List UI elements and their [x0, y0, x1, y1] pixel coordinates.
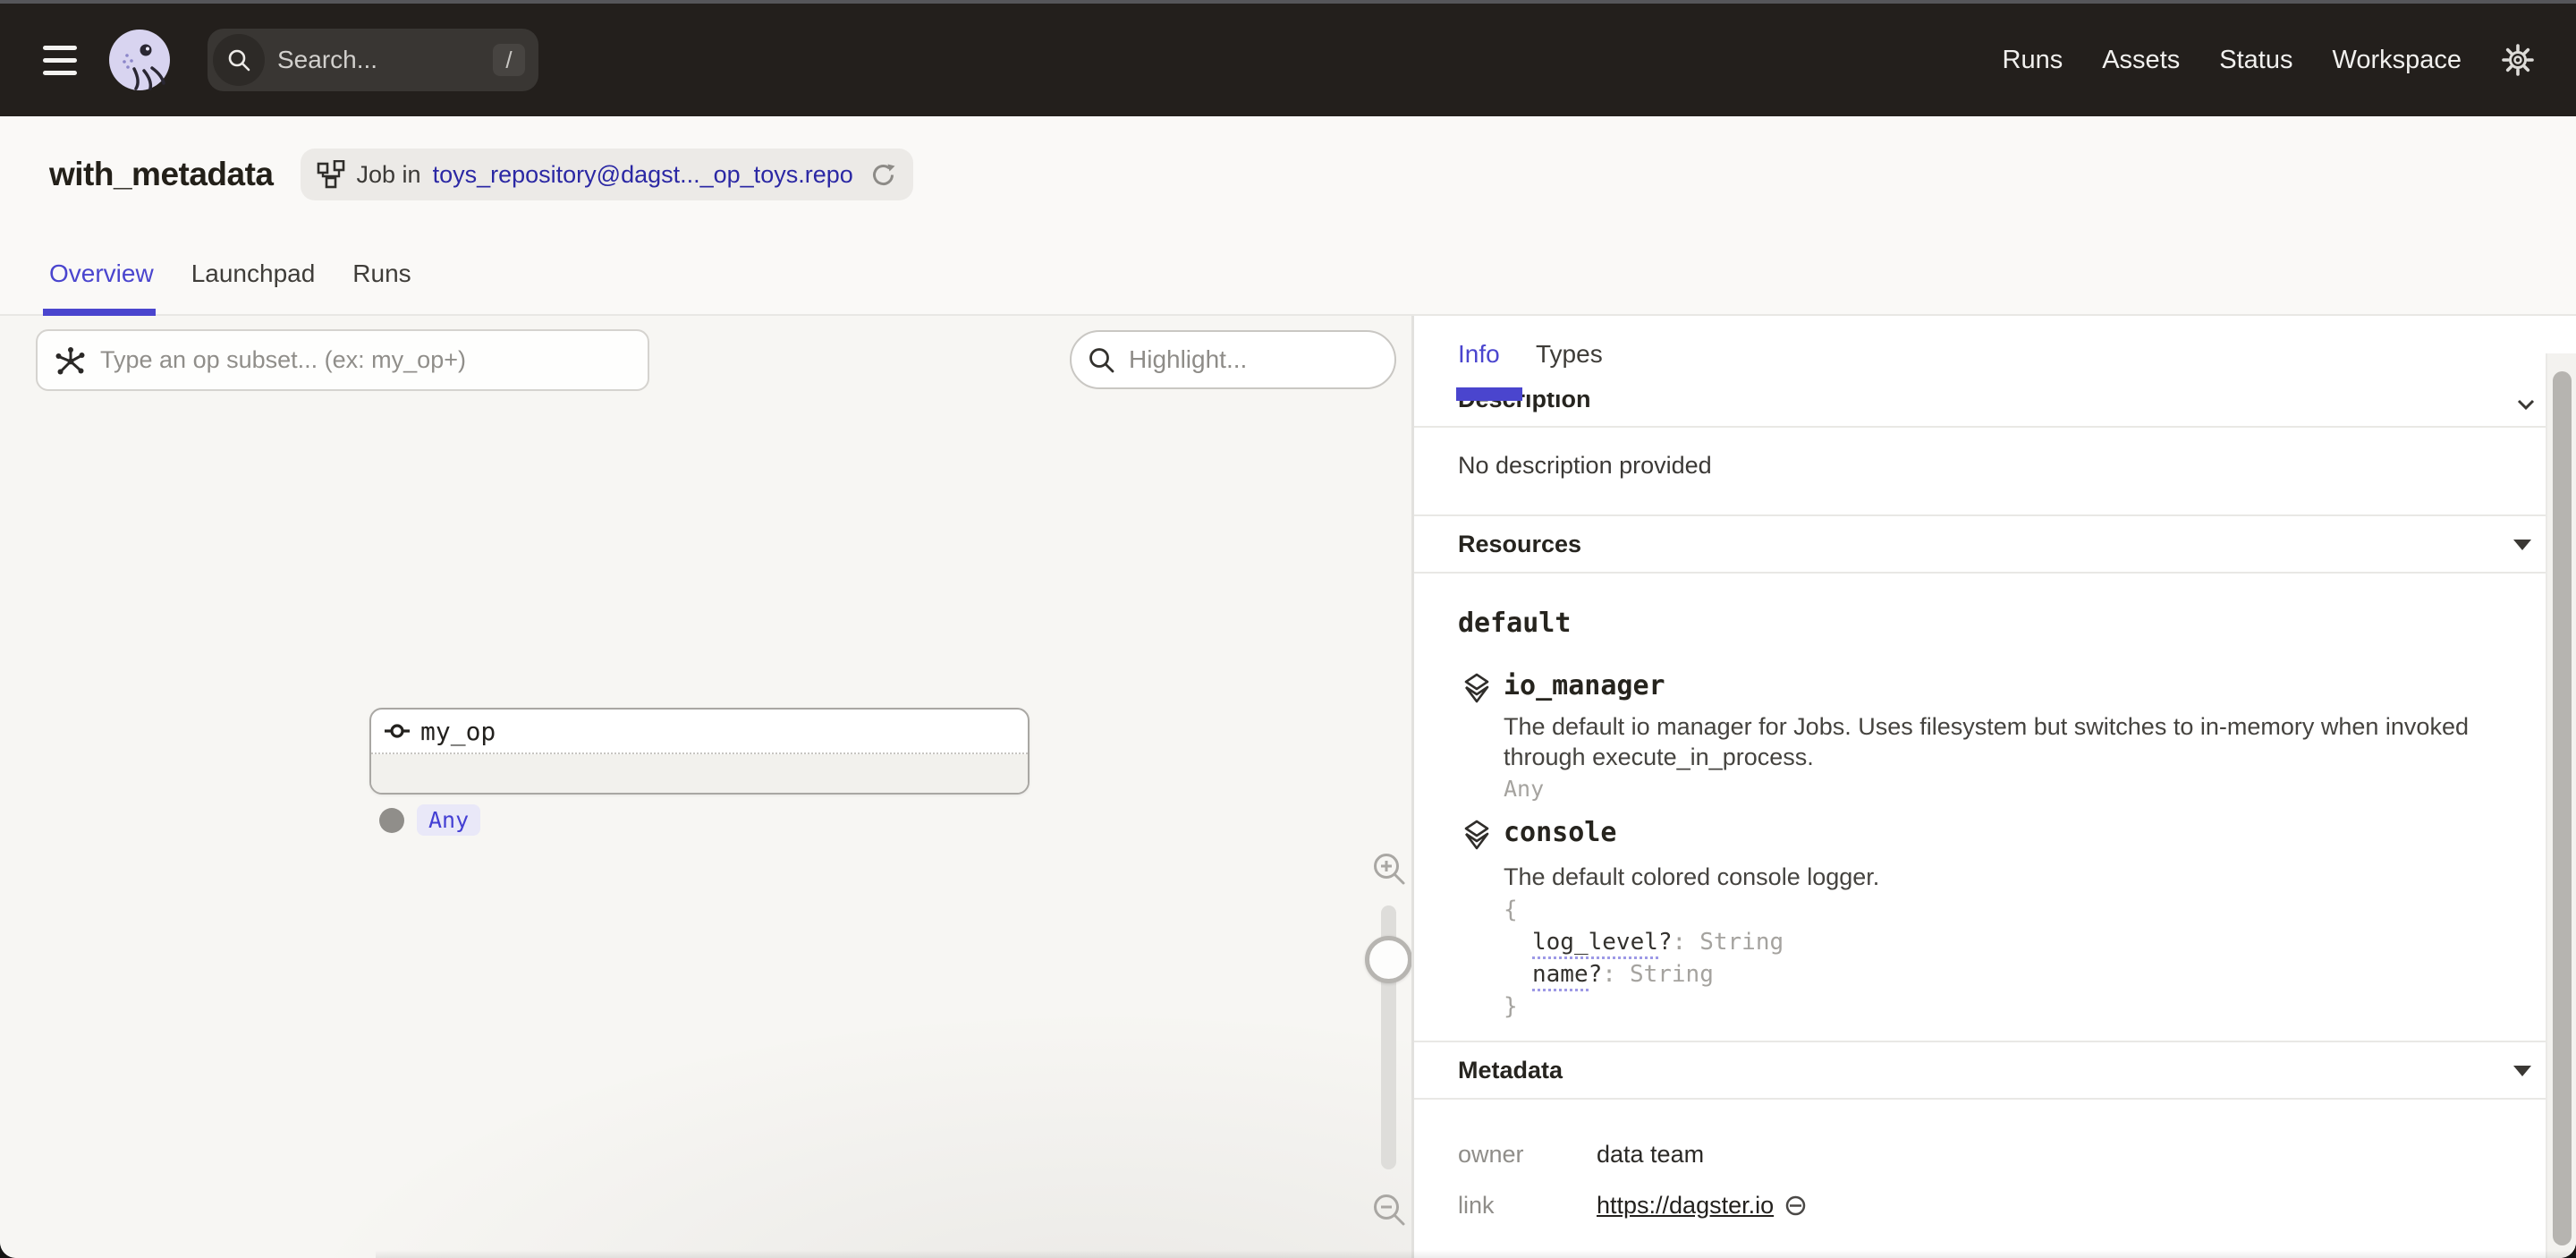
- menu-icon[interactable]: [43, 46, 77, 75]
- config-field-type: String: [1699, 929, 1784, 956]
- job-location-badge: Job in toys_repository@dagst..._op_toys.…: [301, 149, 913, 200]
- op-graph-panel: my_op Any: [0, 316, 1411, 1258]
- metadata-value-link: https://dagster.io: [1597, 1192, 1808, 1220]
- search-icon: [213, 34, 265, 86]
- caret-down-icon: [2512, 538, 2532, 551]
- config-field-type: String: [1630, 961, 1714, 988]
- logger-icon: [1461, 819, 1493, 851]
- op-node-my-op[interactable]: my_op: [369, 708, 1030, 795]
- logger-name-console: console: [1504, 817, 1616, 848]
- op-node-body: [371, 754, 1028, 793]
- metadata-key-owner: owner: [1458, 1141, 1524, 1169]
- tab-runs[interactable]: Runs: [352, 233, 411, 314]
- logger-description: The default colored console logger.: [1504, 862, 2541, 892]
- config-field-sep: :: [1602, 961, 1616, 988]
- search-input[interactable]: [265, 46, 493, 74]
- config-field-name[interactable]: log_level: [1532, 929, 1658, 959]
- tab-launchpad[interactable]: Launchpad: [191, 233, 316, 314]
- zoom-in-icon[interactable]: [1370, 850, 1408, 888]
- info-side-panel: Description Info Types No description pr…: [1414, 316, 2576, 1258]
- page-header: with_metadata Job in toys_repository@dag…: [0, 116, 2576, 233]
- side-tab-types[interactable]: Types: [1536, 316, 1603, 393]
- page-title: with_metadata: [49, 156, 274, 193]
- side-tab-info[interactable]: Info: [1458, 316, 1500, 393]
- resource-description: The default io manager for Jobs. Uses fi…: [1504, 711, 2541, 772]
- active-tab-underline: [1456, 387, 1522, 401]
- description-body: No description provided: [1458, 452, 1712, 480]
- nav-link-assets[interactable]: Assets: [2102, 46, 2180, 75]
- scrollbar-thumb[interactable]: [2553, 371, 2572, 1245]
- page-tabs: Overview Launchpad Runs: [0, 233, 2576, 316]
- job-badge-prefix: Job in: [357, 161, 421, 189]
- config-field-name-row: name?: String: [1504, 958, 1784, 990]
- nav-link-workspace[interactable]: Workspace: [2332, 46, 2462, 75]
- nav-link-runs[interactable]: Runs: [2003, 46, 2063, 75]
- config-open-brace: {: [1504, 894, 1784, 926]
- metadata-key-link: link: [1458, 1192, 1495, 1220]
- highlight-search-icon: [1087, 345, 1116, 375]
- tab-overview[interactable]: Overview: [49, 233, 154, 314]
- resources-label: Resources: [1458, 531, 1581, 558]
- highlight-input[interactable]: [1070, 330, 1396, 389]
- dagster-logo-icon[interactable]: [107, 28, 172, 92]
- top-navbar: / Runs Assets Status Workspace: [0, 4, 2576, 116]
- config-close-brace: }: [1504, 990, 1784, 1023]
- config-field-name[interactable]: name: [1532, 961, 1589, 991]
- section-header-resources[interactable]: Resources: [1414, 514, 2546, 574]
- highlight-field: [1070, 330, 1396, 389]
- job-icon: [317, 160, 345, 189]
- caret-down-icon: [2512, 1064, 2532, 1077]
- op-icon: [383, 717, 411, 745]
- config-field-log-level: log_level?: String: [1504, 926, 1784, 958]
- refresh-icon[interactable]: [869, 161, 897, 189]
- description-divider: [1414, 426, 2546, 428]
- global-search[interactable]: /: [208, 29, 538, 91]
- chevron-down-icon: [2512, 391, 2539, 418]
- resource-group-name: default: [1458, 608, 1571, 639]
- config-field-optional: ?: [1589, 961, 1603, 988]
- op-selector-icon: [55, 345, 87, 378]
- nav-links: Runs Assets Status Workspace: [2003, 46, 2462, 75]
- zoom-out-icon[interactable]: [1370, 1191, 1408, 1228]
- metadata-label: Metadata: [1458, 1057, 1563, 1084]
- op-node-name: my_op: [420, 717, 496, 746]
- zoom-slider-handle[interactable]: [1365, 936, 1411, 983]
- op-node-header: my_op: [371, 710, 1028, 754]
- resource-name-io-manager: io_manager: [1504, 670, 1665, 701]
- op-subset-field: [36, 329, 649, 391]
- config-field-sep: :: [1673, 929, 1687, 956]
- resource-config-type: Any: [1504, 776, 1544, 802]
- dagster-app-window: / Runs Assets Status Workspace with_meta…: [0, 0, 2576, 1258]
- resource-icon: [1461, 672, 1493, 704]
- dagster-io-link[interactable]: https://dagster.io: [1597, 1192, 1774, 1220]
- metadata-value-owner: data team: [1597, 1141, 1704, 1169]
- op-subset-input[interactable]: [36, 329, 649, 391]
- config-schema: { log_level?: String name?: String }: [1504, 894, 1784, 1023]
- gear-icon[interactable]: [2501, 43, 2535, 77]
- nav-link-status[interactable]: Status: [2219, 46, 2292, 75]
- config-field-optional: ?: [1658, 929, 1673, 956]
- op-output-port: [379, 808, 404, 833]
- link-icon: [1784, 1194, 1808, 1218]
- op-output-type-badge[interactable]: Any: [417, 804, 480, 836]
- section-header-metadata[interactable]: Metadata: [1414, 1041, 2546, 1100]
- job-repo-link[interactable]: toys_repository@dagst..._op_toys.repo: [433, 161, 853, 189]
- content-area: my_op Any Descriptio: [0, 316, 2576, 1258]
- search-shortcut-key: /: [493, 44, 525, 76]
